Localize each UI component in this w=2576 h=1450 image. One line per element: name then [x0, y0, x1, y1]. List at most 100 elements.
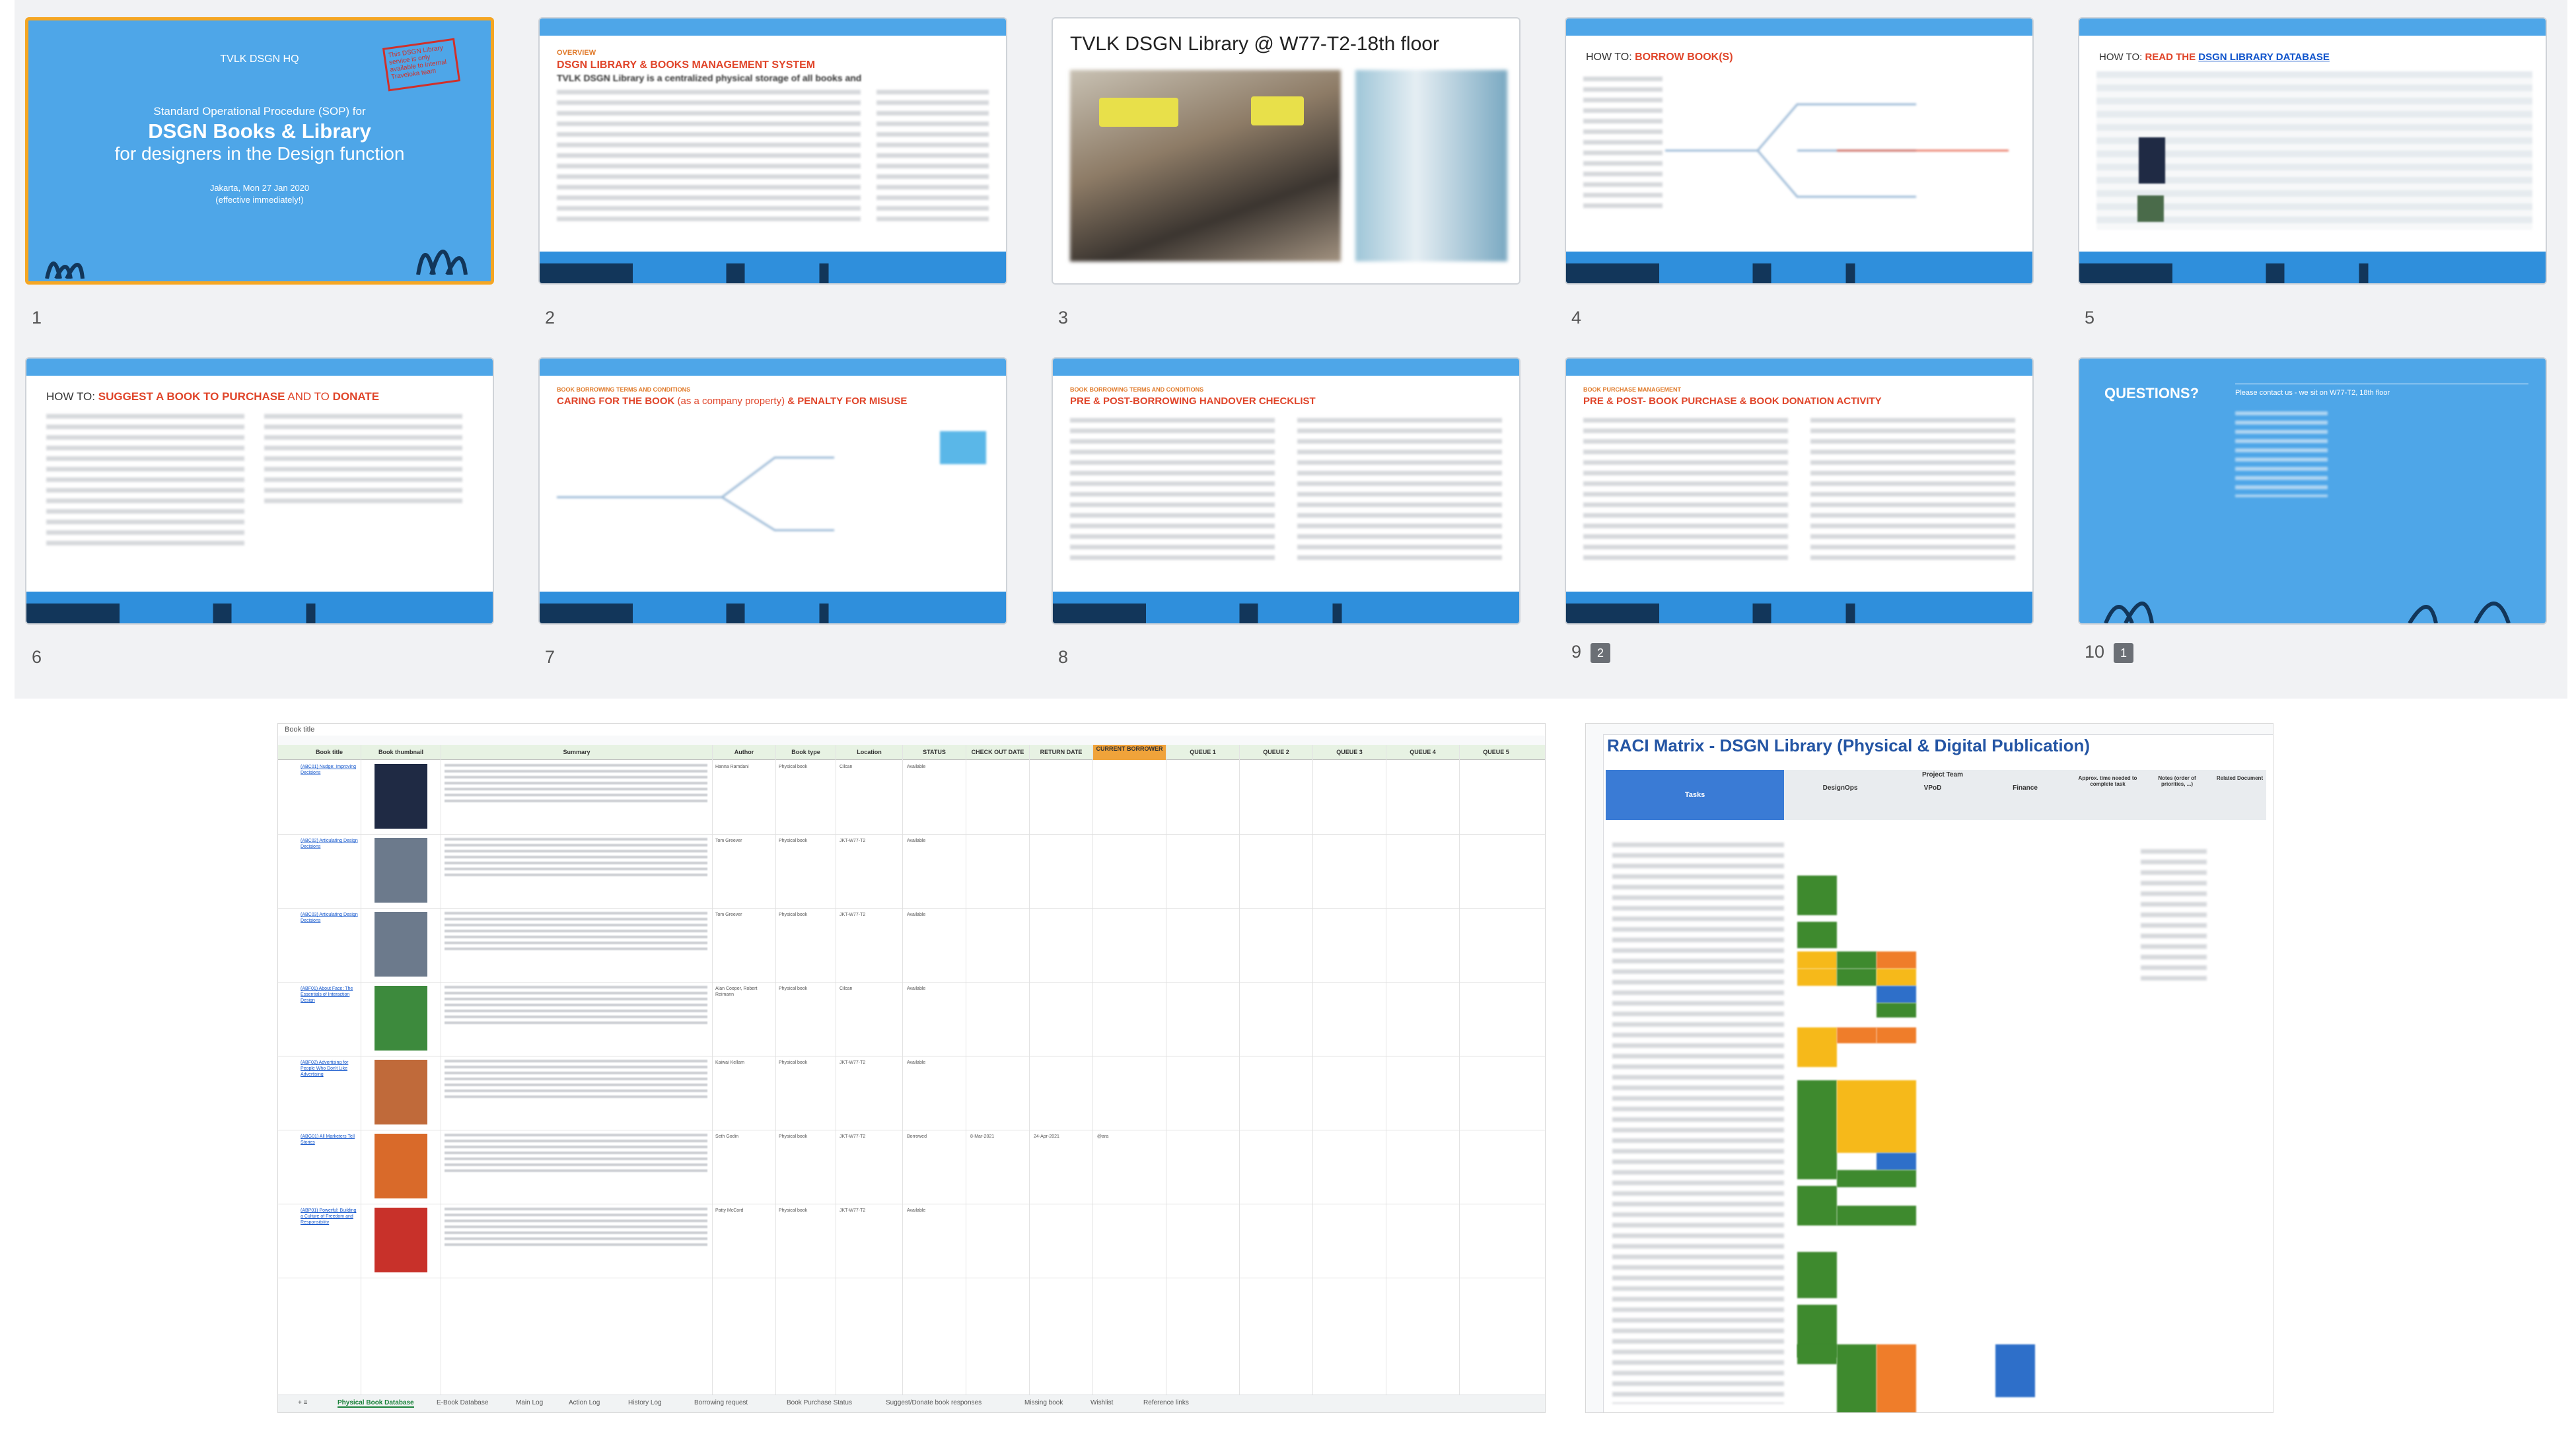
header-book-type[interactable]: Book type	[776, 745, 836, 759]
raci-col-time[interactable]: Approx. time needed to complete task	[2075, 775, 2141, 787]
status-cell[interactable]: Borrowed	[907, 1134, 964, 1140]
raci-cell[interactable]	[1877, 1003, 1916, 1018]
tab-history-log[interactable]: History Log	[628, 1399, 662, 1406]
status-cell[interactable]: Available	[907, 986, 964, 992]
comment-badge[interactable]: 1	[2114, 642, 2134, 663]
author-cell[interactable]: Hanna Ramdani	[715, 764, 773, 770]
status-cell[interactable]: Available	[907, 838, 964, 844]
raci-cell[interactable]	[1797, 922, 1837, 948]
author-cell[interactable]: Seth Godin	[715, 1134, 773, 1140]
slide-thumbnail-4[interactable]: HOW TO: BORROW BOOK(S)	[1565, 17, 2034, 285]
raci-cell[interactable]	[1877, 986, 1916, 1003]
tab-book-purchase-status[interactable]: Book Purchase Status	[787, 1399, 852, 1406]
header-summary[interactable]: Summary	[441, 745, 712, 759]
status-cell[interactable]: Available	[907, 912, 964, 918]
slide-thumbnail-6[interactable]: HOW TO: SUGGEST A BOOK TO PURCHASE AND T…	[25, 357, 494, 625]
header-queue-3[interactable]: QUEUE 3	[1313, 745, 1386, 759]
header-queue-4[interactable]: QUEUE 4	[1386, 745, 1459, 759]
raci-cell[interactable]	[1797, 876, 1837, 915]
header-author[interactable]: Author	[713, 745, 775, 759]
book-title-link[interactable]: (ABG01) All Marketers Tell Stories	[301, 1134, 359, 1146]
location-cell[interactable]: Cilcan	[840, 764, 899, 770]
raci-col-vpod[interactable]: VPoD	[1890, 784, 1976, 792]
location-cell[interactable]: JKT-W77-T2	[840, 1060, 899, 1066]
location-cell[interactable]: JKT-W77-T2	[840, 1208, 899, 1214]
slide-thumbnail-7[interactable]: BOOK BORROWING TERMS AND CONDITIONS CARI…	[538, 357, 1007, 625]
book-title-link[interactable]: (ABF01) About Face: The Essentials of In…	[301, 986, 359, 1004]
header-queue-5[interactable]: QUEUE 5	[1460, 745, 1532, 759]
table-row[interactable]: (ABC01) Nudge: Improving Decisions Hanna …	[278, 760, 1545, 835]
raci-cell[interactable]	[1837, 969, 1877, 986]
raci-cell[interactable]	[1877, 969, 1916, 986]
book-title-link[interactable]: (ABC02) Articulating Design Decisions	[301, 838, 359, 850]
checkout-date-cell[interactable]: 8-Mar-2021	[970, 1134, 1027, 1140]
tab-action-log[interactable]: Action Log	[569, 1399, 600, 1406]
raci-cell[interactable]	[1797, 1344, 1837, 1364]
book-type-cell[interactable]: Physical book	[779, 1134, 833, 1140]
book-title-link[interactable]: (ABP01) Powerful: Building a Culture of …	[301, 1208, 359, 1226]
raci-col-notes[interactable]: Notes (order of priorities, ...)	[2147, 775, 2207, 787]
book-title-link[interactable]: (ABC01) Nudge: Improving Decisions	[301, 764, 359, 776]
table-row[interactable]: (ABP01) Powerful: Building a Culture of …	[278, 1204, 1545, 1278]
slide-thumbnail-3[interactable]: TVLK DSGN Library @ W77-T2-18th floor	[1052, 17, 1521, 285]
raci-cell[interactable]	[1877, 951, 1916, 969]
raci-cell[interactable]	[1797, 1252, 1837, 1298]
tab-wishlist[interactable]: Wishlist	[1091, 1399, 1113, 1406]
raci-cell[interactable]	[1797, 969, 1837, 986]
header-status[interactable]: STATUS	[903, 745, 966, 759]
summary-cell[interactable]	[445, 838, 707, 878]
raci-cell[interactable]	[1837, 1027, 1877, 1043]
book-type-cell[interactable]: Physical book	[779, 986, 833, 992]
raci-cell[interactable]	[1837, 1206, 1916, 1226]
header-location[interactable]: Location	[836, 745, 902, 759]
slide-thumbnail-10[interactable]: QUESTIONS? Please contact us - we sit on…	[2078, 357, 2547, 625]
slide-thumbnail-9[interactable]: BOOK PURCHASE MANAGEMENT PRE & POST- BOO…	[1565, 357, 2034, 625]
tab-borrowing-request[interactable]: Borrowing request	[694, 1399, 748, 1406]
book-type-cell[interactable]: Physical book	[779, 912, 833, 918]
raci-header-tasks[interactable]: Tasks	[1606, 770, 1784, 820]
raci-cell[interactable]	[1797, 1027, 1837, 1067]
summary-cell[interactable]	[445, 912, 707, 951]
slide-thumbnail-2[interactable]: OVERVIEW DSGN LIBRARY & BOOKS MANAGEMENT…	[538, 17, 1007, 285]
raci-col-related[interactable]: Related Document	[2213, 775, 2266, 781]
slide-thumbnail-5[interactable]: HOW TO: READ THE DSGN LIBRARY DATABASE	[2078, 17, 2547, 285]
table-row[interactable]: (ABC02) Articulating Design Decisions Tom…	[278, 834, 1545, 909]
raci-cell[interactable]	[1837, 951, 1877, 969]
header-book-title[interactable]: Book title	[298, 745, 361, 759]
tab-e-book-database[interactable]: E-Book Database	[437, 1399, 488, 1406]
header-current-borrower[interactable]: CURRENT BORROWER	[1093, 745, 1166, 760]
header-queue-1[interactable]: QUEUE 1	[1166, 745, 1239, 759]
author-cell[interactable]: Patty McCord	[715, 1208, 773, 1214]
raci-cell[interactable]	[1877, 1027, 1916, 1043]
book-type-cell[interactable]: Physical book	[779, 1208, 833, 1214]
location-cell[interactable]: JKT-W77-T2	[840, 838, 899, 844]
formula-bar[interactable]: Book title	[278, 724, 1545, 736]
table-row[interactable]: (ABF02) Advertising for People Who Don't…	[278, 1056, 1545, 1130]
tab-reference-links[interactable]: Reference links	[1143, 1399, 1189, 1406]
book-type-cell[interactable]: Physical book	[779, 1060, 833, 1066]
raci-cell[interactable]	[1797, 1080, 1837, 1179]
raci-cell[interactable]	[1877, 1153, 1916, 1170]
header-queue-2[interactable]: QUEUE 2	[1240, 745, 1312, 759]
raci-cell[interactable]	[1797, 1186, 1837, 1226]
slide-thumbnail-1[interactable]: TVLK DSGN HQ Standard Operational Proced…	[25, 17, 494, 285]
raci-cell[interactable]	[1837, 1080, 1916, 1153]
comment-badge[interactable]: 2	[1591, 642, 1611, 663]
book-type-cell[interactable]: Physical book	[779, 764, 833, 770]
raci-cell[interactable]	[1837, 1344, 1877, 1412]
author-cell[interactable]: Tom Greever	[715, 912, 773, 918]
header-return-date[interactable]: RETURN DATE	[1030, 745, 1092, 759]
book-title-link[interactable]: (ABC03) Articulating Design Decisions	[301, 912, 359, 924]
header-thumbnail[interactable]: Book thumbnail	[361, 745, 441, 759]
raci-cell[interactable]	[1797, 951, 1837, 969]
add-sheet-icon[interactable]: + ≡	[298, 1399, 307, 1406]
location-cell[interactable]: Cilcan	[840, 986, 899, 992]
summary-cell[interactable]	[445, 764, 707, 804]
summary-cell[interactable]	[445, 1060, 707, 1099]
slide-thumbnail-8[interactable]: BOOK BORROWING TERMS AND CONDITIONS PRE …	[1052, 357, 1521, 625]
book-type-cell[interactable]: Physical book	[779, 838, 833, 844]
tab-main-log[interactable]: Main Log	[516, 1399, 543, 1406]
current-borrower-cell[interactable]: @ara	[1097, 1134, 1163, 1140]
author-cell[interactable]: Tom Greever	[715, 838, 773, 844]
status-cell[interactable]: Available	[907, 1208, 964, 1214]
